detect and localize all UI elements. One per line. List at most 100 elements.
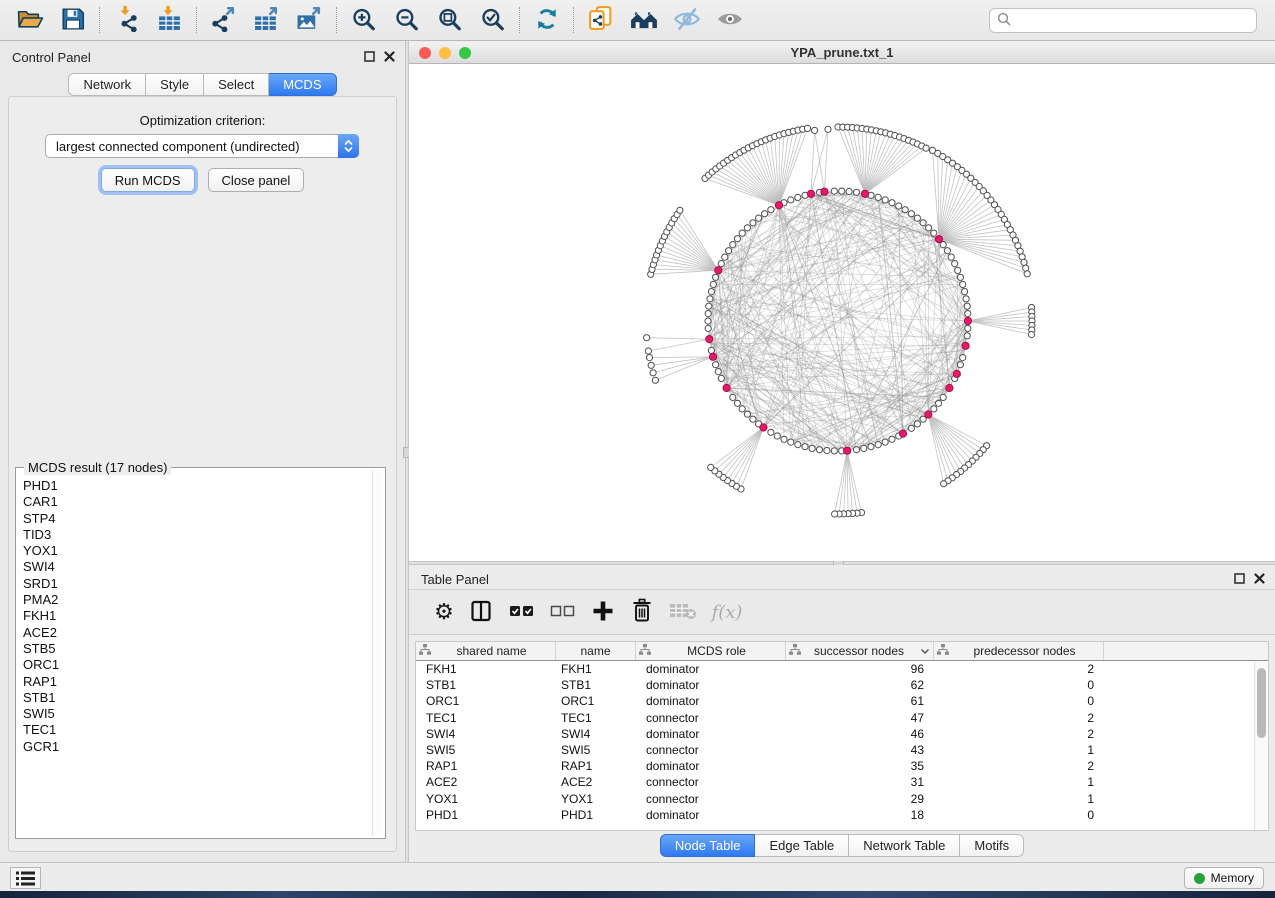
graph-node[interactable] bbox=[730, 242, 736, 248]
graph-node[interactable] bbox=[926, 225, 932, 231]
graph-node[interactable] bbox=[914, 215, 920, 221]
cell-name[interactable]: ACE2 bbox=[556, 775, 636, 789]
graph-node[interactable] bbox=[734, 236, 740, 242]
graph-node[interactable] bbox=[802, 444, 808, 450]
mcds-result-item[interactable]: SWI5 bbox=[23, 706, 371, 722]
graph-node-mcds[interactable] bbox=[935, 236, 942, 243]
graph-node[interactable] bbox=[941, 481, 947, 487]
cell-shared-name[interactable]: PHD1 bbox=[416, 808, 556, 822]
graph-node[interactable] bbox=[965, 311, 971, 317]
graph-node[interactable] bbox=[646, 355, 652, 361]
graph-node[interactable] bbox=[889, 200, 895, 206]
cell-successor-nodes[interactable]: 43 bbox=[786, 743, 934, 757]
graph-node[interactable] bbox=[960, 281, 966, 287]
graph-node[interactable] bbox=[825, 126, 831, 132]
cell-predecessor-nodes[interactable]: 0 bbox=[934, 808, 1104, 822]
cell-MCDS-role[interactable]: connector bbox=[636, 775, 786, 789]
cell-name[interactable]: ORC1 bbox=[556, 694, 636, 708]
export-table-button[interactable] bbox=[245, 4, 288, 36]
redraw-network-button[interactable] bbox=[525, 4, 568, 36]
graph-node-mcds[interactable] bbox=[962, 342, 969, 349]
graph-node-mcds[interactable] bbox=[964, 317, 971, 324]
graph-node[interactable] bbox=[908, 211, 914, 217]
graph-node[interactable] bbox=[923, 145, 929, 151]
float-panel-icon[interactable] bbox=[1234, 572, 1245, 587]
column-header-name[interactable]: name bbox=[556, 642, 636, 660]
cell-MCDS-role[interactable]: connector bbox=[636, 743, 786, 757]
table-row[interactable]: ACE2ACE2connector311 bbox=[416, 774, 1268, 790]
graph-node[interactable] bbox=[1024, 271, 1030, 277]
cell-shared-name[interactable]: ACE2 bbox=[416, 775, 556, 789]
column-header-successor-nodes[interactable]: successor nodes bbox=[786, 642, 934, 660]
graph-node[interactable] bbox=[882, 197, 888, 203]
graph-node-mcds[interactable] bbox=[723, 384, 730, 391]
mcds-result-item[interactable]: GCR1 bbox=[23, 739, 371, 755]
cell-predecessor-nodes[interactable]: 2 bbox=[934, 727, 1104, 741]
cell-shared-name[interactable]: FKH1 bbox=[416, 662, 556, 676]
graph-node[interactable] bbox=[713, 274, 719, 280]
graph-node-mcds[interactable] bbox=[946, 384, 953, 391]
cell-predecessor-nodes[interactable]: 2 bbox=[934, 711, 1104, 725]
column-header-predecessor-nodes[interactable]: predecessor nodes bbox=[934, 642, 1104, 660]
table-row[interactable]: TEC1TEC1connector472 bbox=[416, 710, 1268, 726]
graph-node[interactable] bbox=[920, 220, 926, 226]
graph-node[interactable] bbox=[739, 230, 745, 236]
table-row[interactable]: ORC1ORC1dominator610 bbox=[416, 693, 1268, 709]
graph-node[interactable] bbox=[722, 254, 728, 260]
zoom-in-button[interactable] bbox=[342, 4, 385, 36]
cell-MCDS-role[interactable]: dominator bbox=[636, 662, 786, 676]
cell-MCDS-role[interactable]: dominator bbox=[636, 808, 786, 822]
graph-node[interactable] bbox=[744, 225, 750, 231]
graph-node[interactable] bbox=[902, 207, 908, 213]
graph-node-mcds[interactable] bbox=[844, 447, 851, 454]
graph-node-mcds[interactable] bbox=[925, 411, 932, 418]
zoom-selected-button[interactable] bbox=[471, 4, 514, 36]
graph-node-mcds[interactable] bbox=[861, 190, 868, 197]
graph-node[interactable] bbox=[875, 442, 881, 448]
graph-node[interactable] bbox=[713, 362, 719, 368]
graph-node[interactable] bbox=[853, 447, 859, 453]
graph-node[interactable] bbox=[952, 261, 958, 267]
graph-node-mcds[interactable] bbox=[715, 267, 722, 274]
import-network-button[interactable] bbox=[105, 4, 148, 36]
memory-button[interactable]: Memory bbox=[1184, 867, 1264, 889]
mcds-result-item[interactable]: STB1 bbox=[23, 690, 371, 706]
graph-node-mcds[interactable] bbox=[775, 202, 782, 209]
graph-node[interactable] bbox=[861, 445, 867, 451]
mcds-result-item[interactable]: SWI4 bbox=[23, 559, 371, 575]
graph-node[interactable] bbox=[648, 362, 654, 368]
graph-node[interactable] bbox=[788, 197, 794, 203]
graph-node[interactable] bbox=[762, 211, 768, 217]
cell-successor-nodes[interactable]: 62 bbox=[786, 678, 934, 692]
table-row[interactable]: FKH1FKH1dominator962 bbox=[416, 661, 1268, 677]
cell-predecessor-nodes[interactable]: 2 bbox=[934, 759, 1104, 773]
graph-node[interactable] bbox=[710, 281, 716, 287]
cell-MCDS-role[interactable]: dominator bbox=[636, 694, 786, 708]
table-row[interactable]: RAP1RAP1dominator352 bbox=[416, 758, 1268, 774]
graph-node[interactable] bbox=[936, 400, 942, 406]
table-row[interactable]: SWI5SWI5connector431 bbox=[416, 742, 1268, 758]
graph-node[interactable] bbox=[948, 254, 954, 260]
graph-node-mcds[interactable] bbox=[709, 353, 716, 360]
graph-node[interactable] bbox=[708, 347, 714, 353]
cell-MCDS-role[interactable]: connector bbox=[636, 792, 786, 806]
graph-node-mcds[interactable] bbox=[807, 190, 814, 197]
mcds-result-item[interactable]: ACE2 bbox=[23, 625, 371, 641]
graph-node[interactable] bbox=[1028, 331, 1034, 337]
graph-node[interactable] bbox=[875, 194, 881, 200]
graph-node[interactable] bbox=[718, 261, 724, 267]
cell-shared-name[interactable]: STB1 bbox=[416, 678, 556, 692]
graph-node[interactable] bbox=[795, 442, 801, 448]
graph-node[interactable] bbox=[812, 127, 818, 133]
graph-node-mcds[interactable] bbox=[706, 336, 713, 343]
graph-node[interactable] bbox=[960, 355, 966, 361]
open-session-button[interactable] bbox=[8, 4, 51, 36]
deselect-all-rows-button[interactable] bbox=[543, 595, 583, 629]
graph-node[interactable] bbox=[730, 394, 736, 400]
graph-node[interactable] bbox=[739, 406, 745, 412]
graph-node[interactable] bbox=[964, 303, 970, 309]
cell-successor-nodes[interactable]: 47 bbox=[786, 711, 934, 725]
cell-MCDS-role[interactable]: connector bbox=[636, 711, 786, 725]
cell-successor-nodes[interactable]: 96 bbox=[786, 662, 934, 676]
table-scrollbar[interactable] bbox=[1254, 662, 1267, 830]
